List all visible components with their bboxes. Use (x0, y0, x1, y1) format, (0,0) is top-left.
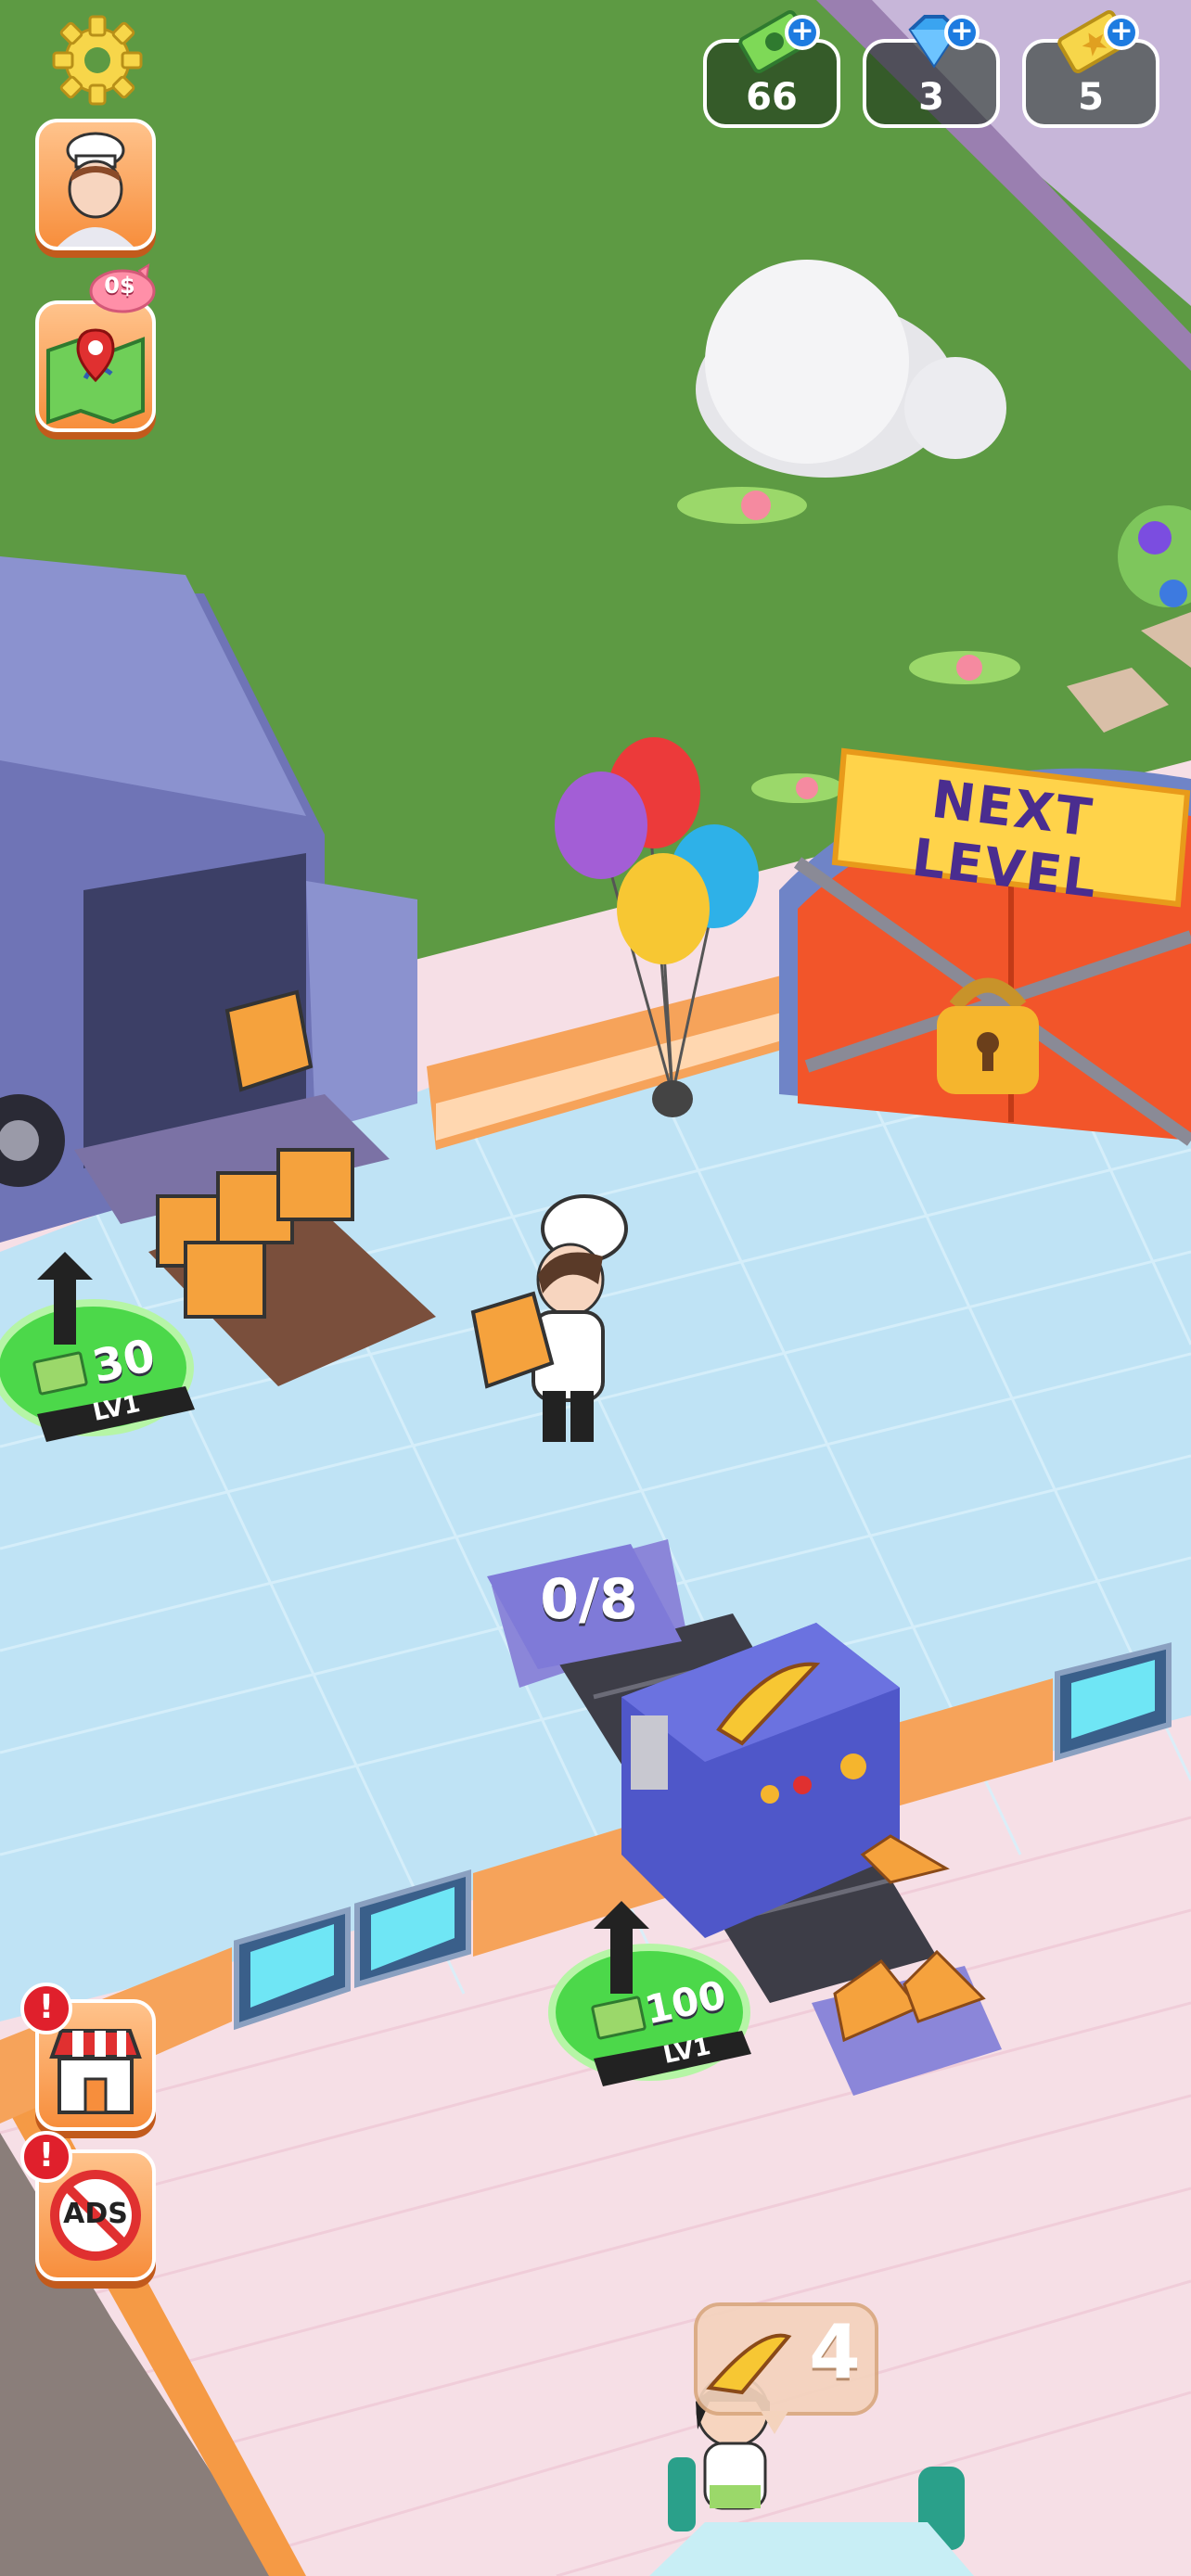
pizza-oven-upgrade-pad[interactable]: 100 LV1 (557, 1943, 751, 2082)
add-tickets-button[interactable]: + (1104, 15, 1139, 50)
gems-counter[interactable]: + 3 (863, 15, 1000, 128)
ads-alert-badge: ! (20, 2131, 72, 2183)
ads-alert-mark: ! (38, 2136, 55, 2174)
delivery-upgrade-cost: 30 (87, 1329, 160, 1394)
settings-button[interactable] (46, 9, 148, 111)
gear-icon (52, 15, 143, 106)
pizza-oven-upgrade-cost: 100 (640, 1971, 730, 2034)
gems-amount: 3 (918, 76, 944, 119)
piggy-bank-badge[interactable]: 0$ (87, 263, 158, 315)
map-icon (46, 328, 145, 425)
ads-label: ADS (63, 2198, 128, 2230)
game-scene: NEXT LEVEL 0/8 30 LV1 100 LV1 4 (0, 0, 1191, 2576)
capacity-label: 0/8 (540, 1567, 638, 1632)
add-gems-button[interactable]: + (944, 15, 980, 50)
pizza-capacity-counter: 0/8 (533, 1567, 645, 1632)
delivery-upgrade-pad[interactable]: 30 LV1 (0, 1298, 195, 1437)
chef-profile-button[interactable] (35, 119, 156, 250)
cash-stack-icon (590, 1995, 647, 2041)
delivery-upgrade-level: LV1 (90, 1390, 143, 1427)
next-level-label: NEXT LEVEL (908, 769, 1102, 911)
shop-alert-mark: ! (38, 1988, 55, 2026)
add-cash-button[interactable]: + (785, 15, 820, 50)
chef-avatar-icon (58, 132, 134, 247)
piggy-bank-amount: 0$ (104, 273, 135, 299)
cash-amount: 66 (746, 76, 798, 119)
order-count: 4 (809, 2309, 861, 2395)
pizza-oven-upgrade-level: LV1 (660, 2033, 713, 2070)
world-map-button[interactable] (35, 300, 156, 432)
customer-order-bubble: 4 (798, 2309, 872, 2402)
tickets-amount: 5 (1078, 76, 1104, 119)
world-background (0, 0, 1191, 2576)
cash-counter[interactable]: + 66 (703, 10, 840, 128)
shop-alert-badge: ! (20, 1983, 72, 2034)
tickets-counter[interactable]: + 5 (1022, 10, 1159, 128)
cash-stack-icon (32, 1350, 89, 1396)
